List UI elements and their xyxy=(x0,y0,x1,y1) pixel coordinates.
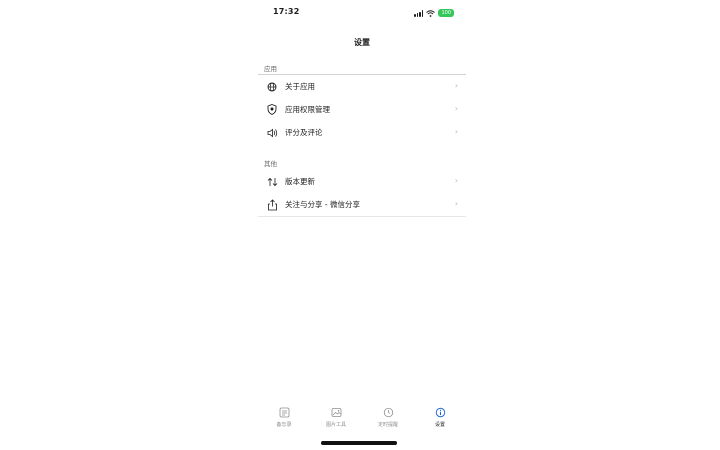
settings-group-app: 关于应用 › 应用权限管理 › 评分及评论 › xyxy=(258,74,466,144)
tab-label: 图片工具 xyxy=(325,422,346,428)
tab-timer[interactable]: 定时提醒 xyxy=(368,406,408,434)
wifi-icon xyxy=(426,9,436,17)
tab-label: 备忘录 xyxy=(276,422,292,428)
section-header-other: 其他 xyxy=(264,160,277,168)
row-label: 关于应用 xyxy=(285,82,315,91)
row-label: 关注与分享 - 微信分享 xyxy=(285,200,360,209)
status-bar: 17:32 100 xyxy=(258,7,466,21)
shield-icon xyxy=(266,104,278,116)
home-indicator[interactable] xyxy=(321,441,397,445)
tab-settings[interactable]: 设置 xyxy=(420,406,460,434)
phone-screen: 17:32 100 设置 应用 关于应用 › 应用权限管理 › 评分及评论 › … xyxy=(258,0,466,450)
sort-arrows-icon xyxy=(266,176,278,188)
status-time: 17:32 xyxy=(273,7,300,16)
chevron-right-icon: › xyxy=(454,81,458,90)
page-title: 设置 xyxy=(354,38,370,47)
row-rate-review[interactable]: 评分及评论 › xyxy=(258,121,466,144)
nav-bar: 设置 xyxy=(258,30,466,47)
battery-icon: 100 xyxy=(438,9,454,17)
tab-bar: 备忘录 图片工具 定时提醒 设置 xyxy=(258,406,466,434)
row-label: 应用权限管理 xyxy=(285,105,330,114)
tab-photo-tools[interactable]: 图片工具 xyxy=(316,406,356,434)
notes-icon xyxy=(278,406,290,418)
globe-icon xyxy=(266,81,278,93)
chevron-right-icon: › xyxy=(454,199,458,208)
status-icons: 100 xyxy=(414,9,454,17)
row-label: 评分及评论 xyxy=(285,128,323,137)
row-version-update[interactable]: 版本更新 › xyxy=(258,170,466,193)
speaker-icon xyxy=(266,127,278,139)
chevron-right-icon: › xyxy=(454,176,458,185)
chevron-right-icon: › xyxy=(454,104,458,113)
tab-label: 设置 xyxy=(434,422,445,428)
row-label: 版本更新 xyxy=(285,177,315,186)
row-permissions[interactable]: 应用权限管理 › xyxy=(258,98,466,121)
row-about-app[interactable]: 关于应用 › xyxy=(258,75,466,98)
info-icon xyxy=(434,406,446,418)
photo-icon xyxy=(330,406,342,418)
tab-label: 定时提醒 xyxy=(377,422,398,428)
signal-icon xyxy=(414,9,424,17)
clock-icon xyxy=(382,406,394,418)
section-header-app: 应用 xyxy=(264,65,277,73)
share-icon xyxy=(266,198,278,211)
row-share[interactable]: 关注与分享 - 微信分享 › xyxy=(258,193,466,216)
settings-group-other: 版本更新 › 关注与分享 - 微信分享 › xyxy=(258,170,466,217)
chevron-right-icon: › xyxy=(454,127,458,136)
tab-notes[interactable]: 备忘录 xyxy=(264,406,304,434)
